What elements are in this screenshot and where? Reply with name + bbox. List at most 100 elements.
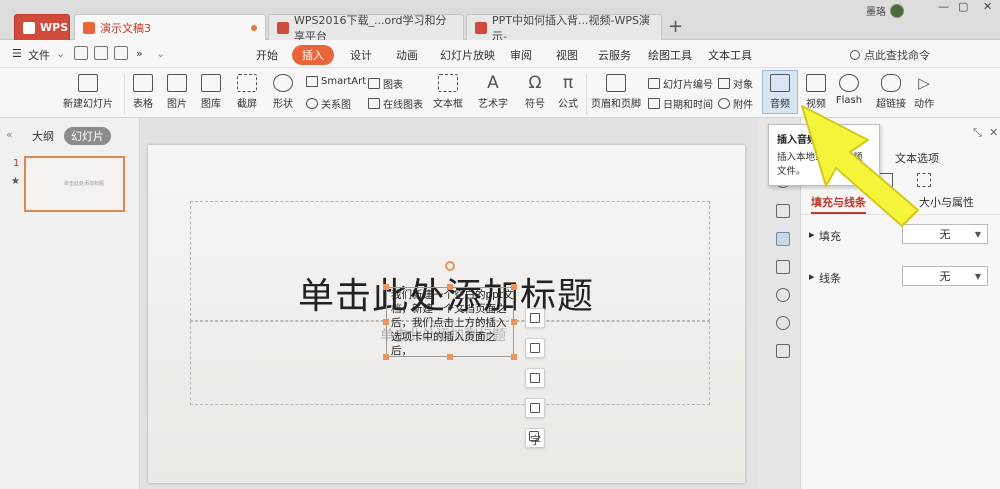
new-tab-plus-icon[interactable]: + — [668, 16, 683, 37]
resize-handle[interactable] — [447, 284, 453, 290]
textbox-button[interactable]: 文本框 — [430, 74, 466, 110]
tab-review[interactable]: 审阅 — [510, 47, 532, 63]
chart-button[interactable]: 图表 — [368, 76, 403, 91]
resize-handle[interactable] — [511, 354, 517, 360]
file-menu-chevron-down-icon[interactable]: ⌄ — [56, 47, 65, 60]
selected-textbox[interactable]: 我们新建一个空白的ppt文档，新建一个文档页面之后，我们点击上方的插入选项卡中的… — [386, 287, 514, 357]
open-folder-icon[interactable] — [74, 46, 88, 60]
grid-apps-icon[interactable] — [776, 344, 790, 358]
new-slide-icon — [78, 74, 98, 92]
tab-wps2016[interactable]: WPS2016下载_...ord学习和分享平台 — [268, 14, 464, 43]
datetime-button[interactable]: 日期和时间 — [648, 96, 713, 111]
layers-icon — [530, 313, 540, 323]
new-slide-label: 新建幻灯片 — [63, 99, 113, 110]
symbol-label: 符号 — [525, 99, 545, 110]
tab-label: 演示文稿3 — [100, 21, 151, 35]
minimize-icon[interactable]: — — [938, 0, 949, 14]
smartart-button[interactable]: SmartArt — [306, 76, 366, 87]
line-expand-icon[interactable]: ▸ — [809, 270, 815, 283]
textbox-content[interactable]: 我们新建一个空白的ppt文档，新建一个文档页面之后，我们点击上方的插入选项卡中的… — [391, 288, 515, 358]
wordart-button[interactable]: A 艺术字 — [474, 74, 512, 110]
slide[interactable]: 单击此处添加标题 单击此处添加副标题 我们新建一个空白的ppt文档，新建一个文档… — [148, 145, 745, 483]
fill-button[interactable] — [525, 368, 545, 388]
pin-pane-icon[interactable]: ⤡ — [973, 126, 982, 140]
resize-handle[interactable] — [511, 284, 517, 290]
tab-outline[interactable]: 大纲 — [32, 128, 54, 144]
collapse-pane-icon[interactable]: « — [6, 128, 13, 141]
shape-button[interactable]: 形状 — [268, 74, 298, 110]
wps-home-tab[interactable]: WPS — [14, 14, 70, 40]
save-icon[interactable] — [94, 46, 108, 60]
slide-thumbnail[interactable]: 单击此处添加标题 — [24, 156, 125, 212]
tab-design[interactable]: 设计 — [350, 47, 372, 63]
line-select[interactable]: 无 ▼ — [902, 266, 988, 286]
close-icon[interactable]: ✕ — [983, 0, 992, 14]
screenshot-button[interactable]: 截屏 — [232, 74, 262, 110]
shape-label: 形状 — [273, 99, 293, 110]
user-account[interactable]: 墨珞 — [866, 3, 904, 18]
tab-slides[interactable]: 幻灯片 — [64, 127, 111, 145]
menu-icon[interactable]: ☰ — [12, 47, 22, 60]
print-icon[interactable] — [114, 46, 128, 60]
tab-insert[interactable]: 插入 — [292, 45, 334, 65]
resize-handle[interactable] — [383, 284, 389, 290]
formula-button[interactable]: π 公式 — [554, 74, 582, 110]
outline-button[interactable] — [525, 398, 545, 418]
chevron-down-icon: ▼ — [974, 229, 981, 239]
table-button[interactable]: 表格 — [128, 74, 158, 110]
help-icon[interactable] — [776, 316, 790, 330]
undo-icon[interactable]: ⌄ — [156, 47, 165, 60]
fill-style-icon[interactable] — [776, 204, 790, 218]
fill-bucket-icon — [530, 373, 540, 383]
file-menu[interactable]: 文件 — [28, 47, 50, 63]
tab-text-tools[interactable]: 文本工具 — [708, 47, 752, 63]
thumbnail-title: 单击此处添加标题 — [64, 181, 105, 187]
gallery-label: 图库 — [201, 99, 221, 110]
wordart-label: 艺术字 — [478, 99, 508, 110]
font-button[interactable]: 字 — [525, 428, 545, 448]
layer-button[interactable] — [525, 308, 545, 328]
slide-canvas: 单击此处添加标题 单击此处添加副标题 我们新建一个空白的ppt文档，新建一个文档… — [141, 118, 758, 489]
style-button[interactable] — [525, 338, 545, 358]
properties-icon[interactable] — [776, 232, 790, 246]
tab-view[interactable]: 视图 — [556, 47, 578, 63]
object-button[interactable]: 对象 — [718, 76, 753, 91]
user-name: 墨珞 — [866, 7, 886, 18]
tab-animation[interactable]: 动画 — [396, 47, 418, 63]
header-footer-button[interactable]: 页眉和页脚 — [590, 74, 642, 110]
tab-cloud[interactable]: 云服务 — [598, 47, 631, 63]
arrow-pointer-icon — [801, 105, 919, 227]
gallery-button[interactable]: 图库 — [196, 74, 226, 110]
audio-label: 音频 — [770, 99, 790, 110]
more-quick-actions-icon[interactable]: » — [136, 47, 143, 60]
tab-slideshow[interactable]: 幻灯片放映 — [440, 47, 495, 63]
new-slide-button[interactable]: 新建幻灯片 — [58, 74, 118, 110]
slide-number-button[interactable]: 幻灯片编号 — [648, 76, 713, 91]
rotate-handle[interactable] — [445, 261, 455, 271]
command-search[interactable]: 点此查找命令 — [850, 47, 930, 63]
font-icon: 字 — [529, 431, 541, 447]
picture-button[interactable]: 图片 — [162, 74, 192, 110]
shape-icon — [273, 74, 293, 92]
resize-handle[interactable] — [383, 354, 389, 360]
history-icon[interactable] — [776, 288, 790, 302]
tab-drawing-tools[interactable]: 绘图工具 — [648, 47, 692, 63]
chart-label: 图表 — [383, 80, 403, 91]
attachment-button[interactable]: 附件 — [718, 96, 753, 111]
presentation-file-icon — [83, 21, 95, 34]
maximize-icon[interactable]: ▢ — [958, 0, 968, 14]
resize-handle[interactable] — [447, 354, 453, 360]
close-pane-icon[interactable]: ✕ — [989, 126, 998, 139]
symbol-icon: Ω — [528, 73, 542, 93]
symbol-button[interactable]: Ω 符号 — [520, 74, 550, 110]
tab-presentation3[interactable]: 演示文稿3 — [74, 14, 266, 40]
archive-icon[interactable] — [776, 260, 790, 274]
tab-ppt-howto[interactable]: PPT中如何插入背...视频-WPS演示- — [466, 14, 662, 43]
online-chart-button[interactable]: 在线图表 — [368, 96, 423, 111]
relation-chart-button[interactable]: 关系图 — [306, 96, 351, 111]
ribbon-divider — [124, 74, 125, 114]
resize-handle[interactable] — [383, 319, 389, 325]
header-footer-label: 页眉和页脚 — [591, 99, 641, 110]
tab-home[interactable]: 开始 — [256, 47, 278, 63]
resize-handle[interactable] — [511, 319, 517, 325]
